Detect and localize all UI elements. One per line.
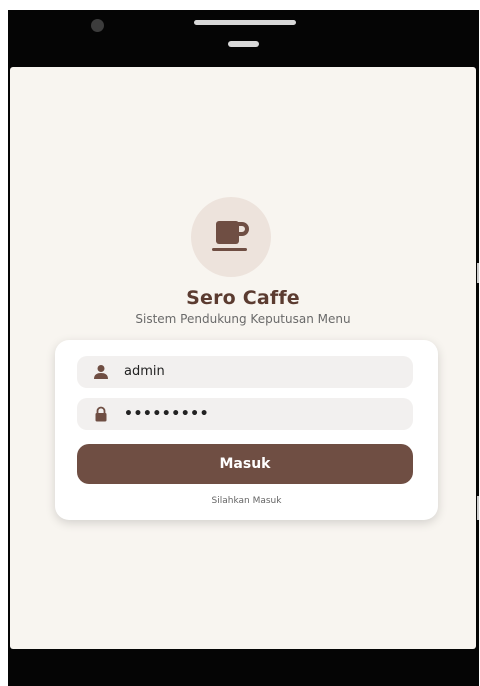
app-screen: Sero Caffe Sistem Pendukung Keputusan Me…	[10, 67, 476, 649]
coffee-cup-icon	[212, 221, 249, 251]
password-value: •••••••••	[124, 406, 210, 422]
side-button	[477, 263, 479, 283]
username-value: admin	[124, 364, 165, 379]
phone-frame: Sero Caffe Sistem Pendukung Keputusan Me…	[8, 10, 479, 686]
earpiece-speaker	[194, 20, 296, 25]
bottom-bezel	[8, 649, 479, 686]
login-button[interactable]: Masuk	[77, 444, 413, 484]
user-icon	[94, 365, 108, 379]
lock-icon	[95, 406, 107, 422]
username-field[interactable]: admin	[77, 356, 413, 388]
login-card: admin ••••••••• Masuk Silahkan Masuk	[55, 340, 438, 520]
login-hint: Silahkan Masuk	[211, 496, 282, 506]
app-logo	[191, 197, 271, 277]
side-button	[477, 496, 479, 520]
app-title: Sero Caffe	[186, 287, 300, 309]
proximity-sensor	[228, 41, 259, 47]
password-field[interactable]: •••••••••	[77, 398, 413, 430]
app-subtitle: Sistem Pendukung Keputusan Menu	[135, 312, 351, 326]
front-camera	[91, 19, 104, 32]
